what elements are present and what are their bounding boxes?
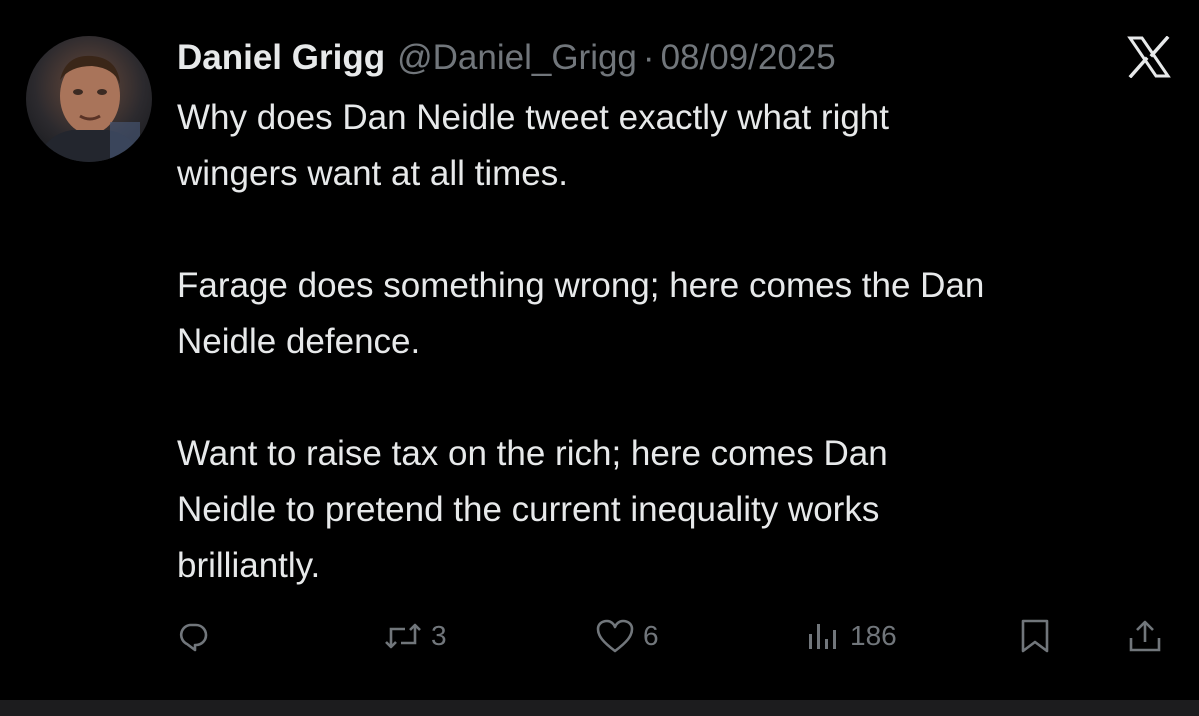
share-icon [1127, 618, 1163, 654]
bookmark-icon [1017, 618, 1053, 654]
author-handle[interactable]: @Daniel_Grigg [397, 34, 637, 82]
views-button[interactable]: 186 [806, 612, 897, 660]
tweet-date[interactable]: 08/09/2025 [661, 34, 836, 82]
repost-button[interactable]: 3 [383, 612, 447, 660]
reply-icon [177, 620, 209, 652]
avatar[interactable] [26, 36, 152, 162]
avatar-photo-icon [36, 55, 144, 162]
tweet-text: Why does Dan Neidle tweet exactly what r… [177, 90, 1177, 594]
views-count: 186 [850, 620, 897, 651]
reply-button[interactable] [177, 612, 217, 660]
tweet-actions-bar: 3 6 186 [177, 612, 1177, 660]
share-button[interactable] [1127, 612, 1163, 660]
like-button[interactable]: 6 [595, 612, 659, 660]
tweet-paragraph: Want to raise tax on the rich; here come… [177, 434, 888, 585]
author-display-name[interactable]: Daniel Grigg [177, 34, 385, 82]
tweet-card[interactable]: Daniel Grigg @Daniel_Grigg · 08/09/2025 … [0, 0, 1199, 700]
tweet-paragraph: Farage does something wrong; here comes … [177, 266, 985, 361]
views-icon [806, 620, 842, 652]
repost-count: 3 [431, 620, 447, 651]
repost-icon [383, 620, 423, 652]
tweet-header: Daniel Grigg @Daniel_Grigg · 08/09/2025 [177, 34, 836, 82]
like-count: 6 [643, 620, 659, 651]
tweet-paragraph: Why does Dan Neidle tweet exactly what r… [177, 98, 889, 193]
bottom-edge-divider [0, 700, 1199, 716]
heart-icon [595, 618, 635, 654]
bookmark-button[interactable] [1017, 612, 1053, 660]
x-logo-icon [1127, 35, 1171, 79]
header-separator: · [642, 38, 655, 77]
